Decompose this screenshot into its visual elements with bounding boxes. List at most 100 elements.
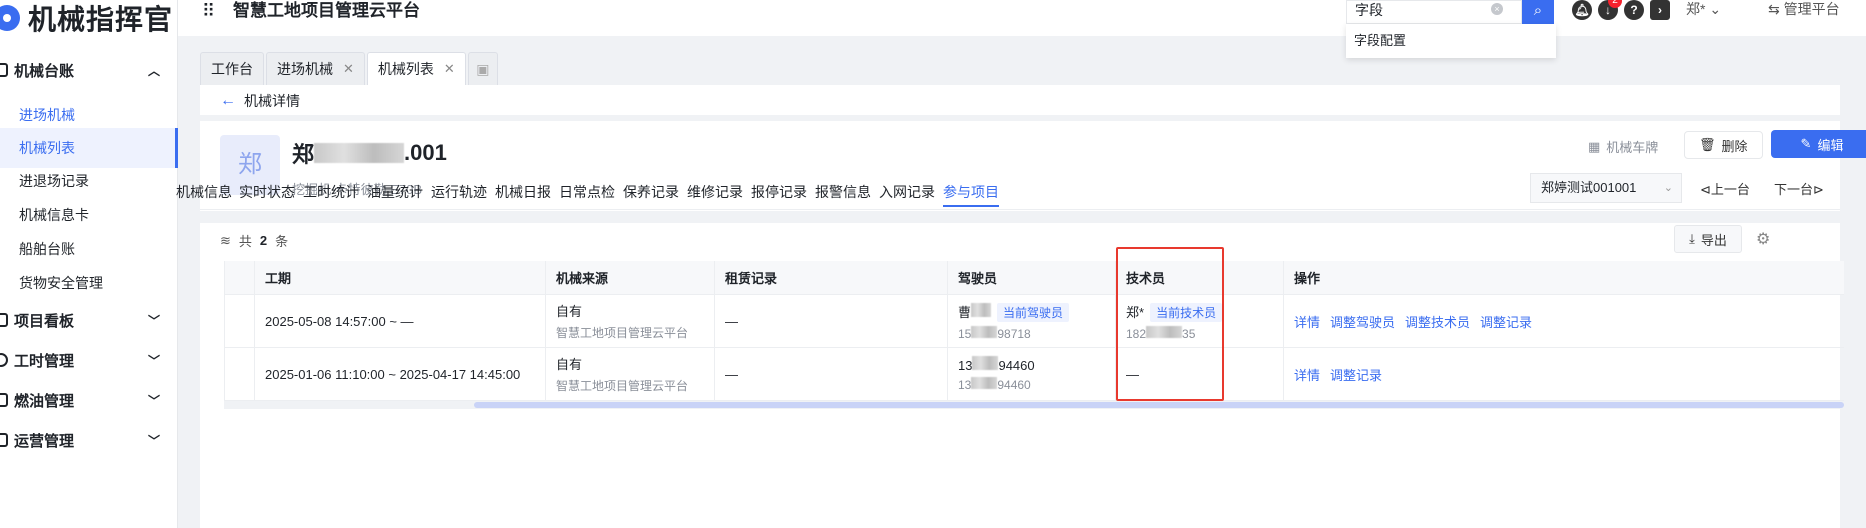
driver-phone-end: 98718 (997, 326, 1031, 341)
manage-platform-link[interactable]: ⇆ 管理平台 (1768, 0, 1840, 18)
subtab-daily-report[interactable]: 机械日报 (495, 183, 551, 201)
edit-button[interactable]: ✎ 编辑 (1771, 130, 1866, 158)
subtab-network[interactable]: 入网记录 (879, 183, 935, 201)
technician-phone-start: 182 (1126, 326, 1147, 341)
adjust-record-link[interactable]: 调整记录 (1330, 365, 1382, 384)
edit-label: 编辑 (1817, 137, 1844, 153)
export-label: 导出 (1700, 232, 1727, 248)
header-driver: 驾驶员 (947, 261, 1115, 294)
menu-group-machine-ledger[interactable]: 机械台账 ︿ (0, 50, 178, 90)
subtab-track[interactable]: 运行轨迹 (431, 183, 487, 201)
technician-phone-end: 35 (1182, 326, 1196, 341)
menu-group-project-board[interactable]: 项目看板 ﹀ (0, 300, 178, 340)
download-badge: 2 (1608, 0, 1622, 8)
total-suffix: 条 (275, 234, 289, 249)
detail-link[interactable]: 详情 (1294, 312, 1320, 331)
export-button[interactable]: ⤓ 导出 (1674, 225, 1742, 253)
row-spacer (224, 295, 254, 347)
platform-title: 智慧工地项目管理云平台 (233, 1, 420, 20)
subtab-repair[interactable]: 维修记录 (687, 183, 743, 201)
scrollbar-thumb[interactable] (474, 402, 1844, 408)
tab-lock[interactable]: ▣ (467, 52, 498, 85)
total-count: ≋ 共 2 条 (220, 231, 288, 250)
source-cell: 自有 智慧工地项目管理云平台 (545, 348, 714, 400)
machine-name-prefix: 郑 (292, 142, 315, 167)
page-tabs: 工作台 进场机械 ✕ 机械列表 ✕ ▣ (200, 52, 498, 85)
subtab-machine-info[interactable]: 机械信息 (176, 183, 232, 201)
sidebar-item-cargo-safety[interactable]: 货物安全管理 (0, 263, 178, 303)
driver-phone-start: 15 (958, 326, 972, 341)
horizontal-scrollbar[interactable] (224, 401, 1844, 409)
search-button[interactable]: ⌕ (1522, 0, 1554, 24)
row-spacer (224, 348, 254, 400)
actions-cell: 详情 调整记录 (1283, 348, 1844, 400)
clear-icon[interactable]: × (1491, 3, 1503, 15)
apps-grid-icon[interactable]: ⠿ (202, 2, 215, 20)
search-suggestion[interactable]: 字段配置 (1346, 24, 1556, 58)
close-icon[interactable]: ✕ (444, 61, 455, 77)
brand-name: 机械指挥官 (28, 4, 174, 35)
user-name: 郑* (1686, 1, 1706, 17)
total-number: 2 (259, 233, 268, 248)
driver-name: 曹 (958, 304, 972, 320)
chevron-down-icon: ⌄ (1709, 1, 1722, 17)
driver-phone-start: 13 (958, 378, 972, 392)
subtab-maintenance[interactable]: 保养记录 (623, 183, 679, 201)
menu-group-hours[interactable]: 工时管理 ﹀ (0, 340, 178, 380)
help-icon[interactable]: ? (1624, 0, 1644, 20)
source-cell: 自有 智慧工地项目管理云平台 (545, 295, 714, 347)
adjust-record-link[interactable]: 调整记录 (1480, 312, 1532, 331)
subtab-realtime-status[interactable]: 实时状态 (239, 183, 295, 201)
subtab-hours-stats[interactable]: 工时统计 (303, 183, 359, 201)
tab-workbench[interactable]: 工作台 (200, 52, 264, 85)
source-value: 自有 (556, 357, 583, 372)
subtab-projects[interactable]: 参与项目 (943, 183, 999, 207)
technician-name: 郑* (1126, 304, 1145, 320)
adjust-technician-link[interactable]: 调整技术员 (1405, 312, 1470, 331)
terminal-icon[interactable]: › (1650, 0, 1670, 20)
delete-label: 删除 (1721, 138, 1748, 154)
driver-cell: 曹 当前驾驶员 15 98718 (947, 295, 1115, 347)
detail-link[interactable]: 详情 (1294, 365, 1320, 384)
switch-icon: ⇆ (1768, 1, 1780, 17)
divider (200, 209, 1840, 210)
subtab-fuel-stats[interactable]: 油量统计 (367, 183, 423, 201)
lock-icon: ▣ (476, 60, 490, 77)
plate-button[interactable]: ▦ 机械车牌 (1588, 137, 1658, 156)
user-menu[interactable]: 郑* ⌄ (1686, 0, 1721, 18)
divider (200, 115, 1840, 121)
subtab-suspension[interactable]: 报停记录 (751, 183, 807, 201)
board-icon (0, 313, 8, 327)
operations-icon (0, 433, 8, 447)
plate-label: 机械车牌 (1606, 140, 1659, 155)
topbar: ⠿ 智慧工地项目管理云平台 字段 × ⌕ 字段配置 🔔︎ ↓ 2 ? › 郑* … (178, 0, 1866, 58)
period-cell: 2025-05-08 14:57:00 ~ — (254, 295, 545, 347)
close-icon[interactable]: ✕ (343, 61, 354, 77)
back-link[interactable]: ← 机械详情 (220, 91, 300, 111)
table-row: 2025-05-08 14:57:00 ~ — 自有 智慧工地项目管理云平台 —… (224, 295, 1844, 348)
redacted-text (971, 325, 998, 338)
notification-bell-icon[interactable]: 🔔︎ (1572, 0, 1592, 20)
subtab-alarm[interactable]: 报警信息 (815, 183, 871, 201)
menu-group-operations[interactable]: 运营管理 ﹀ (0, 420, 178, 460)
tab-machine-list[interactable]: 机械列表 ✕ (366, 52, 466, 85)
source-value: 自有 (556, 304, 583, 319)
header-lease: 租赁记录 (714, 261, 947, 294)
menu-group-label: 运营管理 (14, 432, 75, 450)
gear-icon[interactable]: ⚙ (1756, 229, 1770, 249)
adjust-driver-link[interactable]: 调整驾驶员 (1330, 312, 1395, 331)
tab-entry-machines[interactable]: 进场机械 ✕ (266, 52, 365, 85)
chevron-down-icon: ﹀ (147, 354, 160, 368)
technician-cell: 郑* 当前技术员 182 35 (1115, 295, 1283, 347)
logo-icon (0, 5, 20, 31)
chevron-up-icon: ︿ (147, 64, 160, 78)
brand-logo: 机械指挥官 (0, 0, 173, 36)
subtab-daily-inspection[interactable]: 日常点检 (559, 183, 615, 201)
machine-name-suffix: .001 (404, 140, 447, 165)
header-source: 机械来源 (545, 261, 714, 294)
qr-icon: ▦ (1588, 138, 1601, 154)
menu-group-fuel[interactable]: 燃油管理 ﹀ (0, 380, 178, 420)
delete-button[interactable]: 🗑︎ 删除 (1684, 131, 1763, 159)
tab-label: 机械列表 (377, 61, 434, 77)
current-technician-tag: 当前技术员 (1150, 302, 1223, 322)
